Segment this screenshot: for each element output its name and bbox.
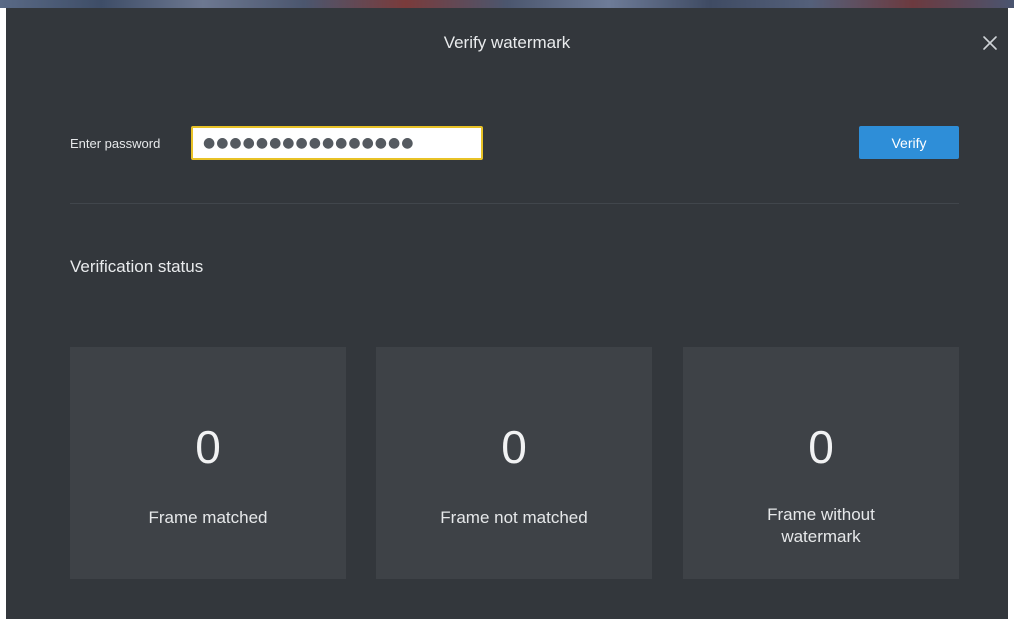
frame-matched-label: Frame matched <box>148 508 268 527</box>
verification-status-heading: Verification status <box>70 257 204 276</box>
close-button[interactable] <box>980 33 1000 53</box>
frame-matched-count: 0 <box>195 421 221 473</box>
frame-not-matched-count: 0 <box>501 421 527 473</box>
frame-without-watermark-label: Frame without watermark <box>767 505 875 546</box>
verify-button[interactable]: Verify <box>859 126 959 159</box>
dialog-title: Verify watermark <box>443 33 571 52</box>
verify-watermark-dialog: Verify watermark Enter password Verify V… <box>6 8 1008 619</box>
frame-matched-card: 0 Frame matched <box>70 347 346 579</box>
frame-not-matched-label: Frame not matched <box>440 508 588 527</box>
background-window-strip <box>0 0 1014 8</box>
frame-without-watermark-card: 0 Frame without watermark <box>683 347 959 579</box>
frame-not-matched-card: 0 Frame not matched <box>376 347 652 579</box>
password-label: Enter password <box>70 136 161 151</box>
password-input[interactable] <box>191 126 483 160</box>
close-icon <box>983 36 997 50</box>
divider <box>70 203 959 204</box>
frame-without-watermark-count: 0 <box>808 421 834 473</box>
